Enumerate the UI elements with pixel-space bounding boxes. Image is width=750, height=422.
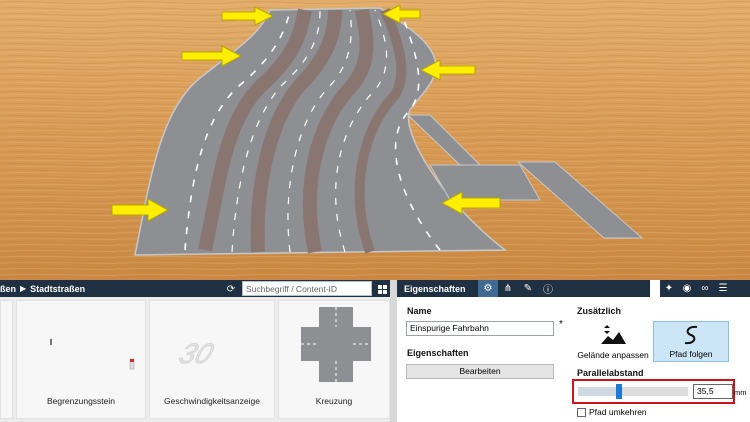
follow-path-option[interactable]: Pfad folgen — [653, 321, 729, 362]
parallel-slider[interactable] — [578, 387, 688, 396]
breadcrumb-current[interactable]: Stadtstraßen — [30, 284, 85, 294]
pin-icon[interactable]: ✦ — [660, 281, 678, 297]
section-label: Eigenschaften — [407, 348, 469, 358]
link-icon[interactable]: ∞ — [696, 281, 714, 297]
required-marker: * — [559, 319, 563, 330]
terrain-icon — [601, 325, 626, 344]
menu-icon[interactable]: ☰ — [714, 281, 732, 297]
parallel-value-field[interactable]: 35,5 — [693, 384, 733, 399]
search-input[interactable]: Suchbegriff / Content-ID — [242, 281, 372, 296]
speed-marking-text: 30 — [175, 339, 217, 370]
adapt-terrain-option[interactable]: Gelände anpassen — [575, 321, 651, 362]
3d-viewport[interactable] — [0, 0, 750, 280]
gear-icon[interactable]: ⚙ — [478, 280, 498, 297]
library-item-label: Geschwindigkeitsanzeige — [164, 396, 260, 406]
breadcrumb-prev[interactable]: ßen — [0, 284, 16, 294]
library-item-geschwindigkeitsanzeige[interactable]: 30 Geschwindigkeitsanzeige — [149, 300, 275, 419]
crossing-icon — [301, 307, 371, 382]
library-item-begrenzungsstein[interactable]: Begrenzungsstein — [16, 300, 146, 419]
properties-panel: Name Einspurige Fahrbahn * Eigenschaften… — [397, 297, 750, 422]
road-piece — [429, 164, 541, 201]
library-item-label: Kreuzung — [315, 396, 353, 406]
network-icon[interactable]: ⋔ — [498, 280, 518, 297]
follow-path-label: Pfad folgen — [669, 349, 713, 359]
unit-label: mm — [734, 388, 747, 397]
speed-marking-icon: 30 — [175, 338, 218, 370]
brush-icon[interactable]: ✎ — [518, 280, 538, 297]
refresh-icon[interactable]: ⟳ — [223, 281, 239, 297]
parallel-distance-control: 35,5 — [572, 379, 735, 404]
slider-fill — [578, 387, 619, 396]
edit-button[interactable]: Bearbeiten — [406, 364, 554, 379]
grid-view-icon[interactable] — [374, 281, 390, 297]
panel-splitter[interactable] — [390, 280, 397, 422]
view-toolbar: ✦ ◉ ∞ ☰ — [660, 280, 750, 297]
library-item-partial[interactable] — [0, 300, 13, 419]
info-icon[interactable]: ⓘ — [538, 280, 558, 297]
adapt-terrain-label: Gelände anpassen — [577, 350, 649, 360]
path-icon — [684, 325, 698, 345]
properties-tabs: ⚙ ⋔ ✎ ⓘ — [478, 280, 558, 297]
library-item-label: Begrenzungsstein — [46, 396, 116, 406]
parallel-label: Parallelabstand — [577, 368, 644, 378]
reverse-path-checkbox[interactable]: Pfad umkehren — [577, 407, 647, 417]
checkbox[interactable] — [577, 407, 586, 417]
bollard-icon — [50, 339, 135, 370]
properties-title: Eigenschaften — [404, 283, 466, 294]
slider-thumb[interactable] — [615, 384, 622, 399]
name-field[interactable]: Einspurige Fahrbahn — [406, 321, 554, 336]
name-label: Name — [407, 306, 432, 316]
reverse-path-label: Pfad umkehren — [589, 407, 647, 417]
library-panel: Begrenzungsstein 30 Geschwindigkeitsanze… — [0, 297, 390, 422]
eye-icon[interactable]: ◉ — [678, 281, 696, 297]
breadcrumb-chevron-icon: ▶ — [20, 284, 27, 293]
extra-label: Zusätzlich — [577, 306, 622, 316]
viewport-scene — [0, 0, 750, 280]
library-item-kreuzung[interactable]: Kreuzung — [278, 300, 390, 419]
